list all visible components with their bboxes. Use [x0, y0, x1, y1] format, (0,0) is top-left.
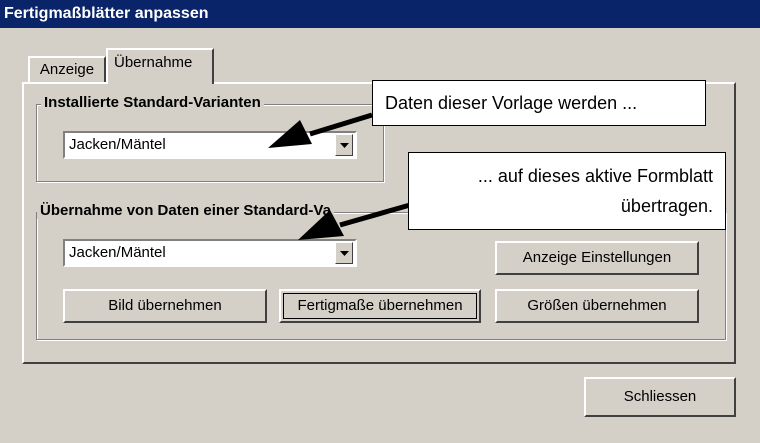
- dialog-window: Fertigmaßblätter anpassen Anzeige Überna…: [0, 0, 760, 443]
- annotation-callout-target: ... auf dieses aktive Formblatt übertrag…: [408, 152, 726, 230]
- annotation-callout-target-line1: ... auf dieses aktive Formblatt: [477, 166, 713, 186]
- arrow-icon: [268, 112, 373, 148]
- annotation-callout-source-text: Daten dieser Vorlage werden ...: [385, 93, 638, 113]
- annotation-callout-source: Daten dieser Vorlage werden ...: [372, 80, 706, 126]
- annotation-callout-target-line2: übertragen.: [620, 196, 713, 216]
- arrow-icon: [298, 202, 411, 240]
